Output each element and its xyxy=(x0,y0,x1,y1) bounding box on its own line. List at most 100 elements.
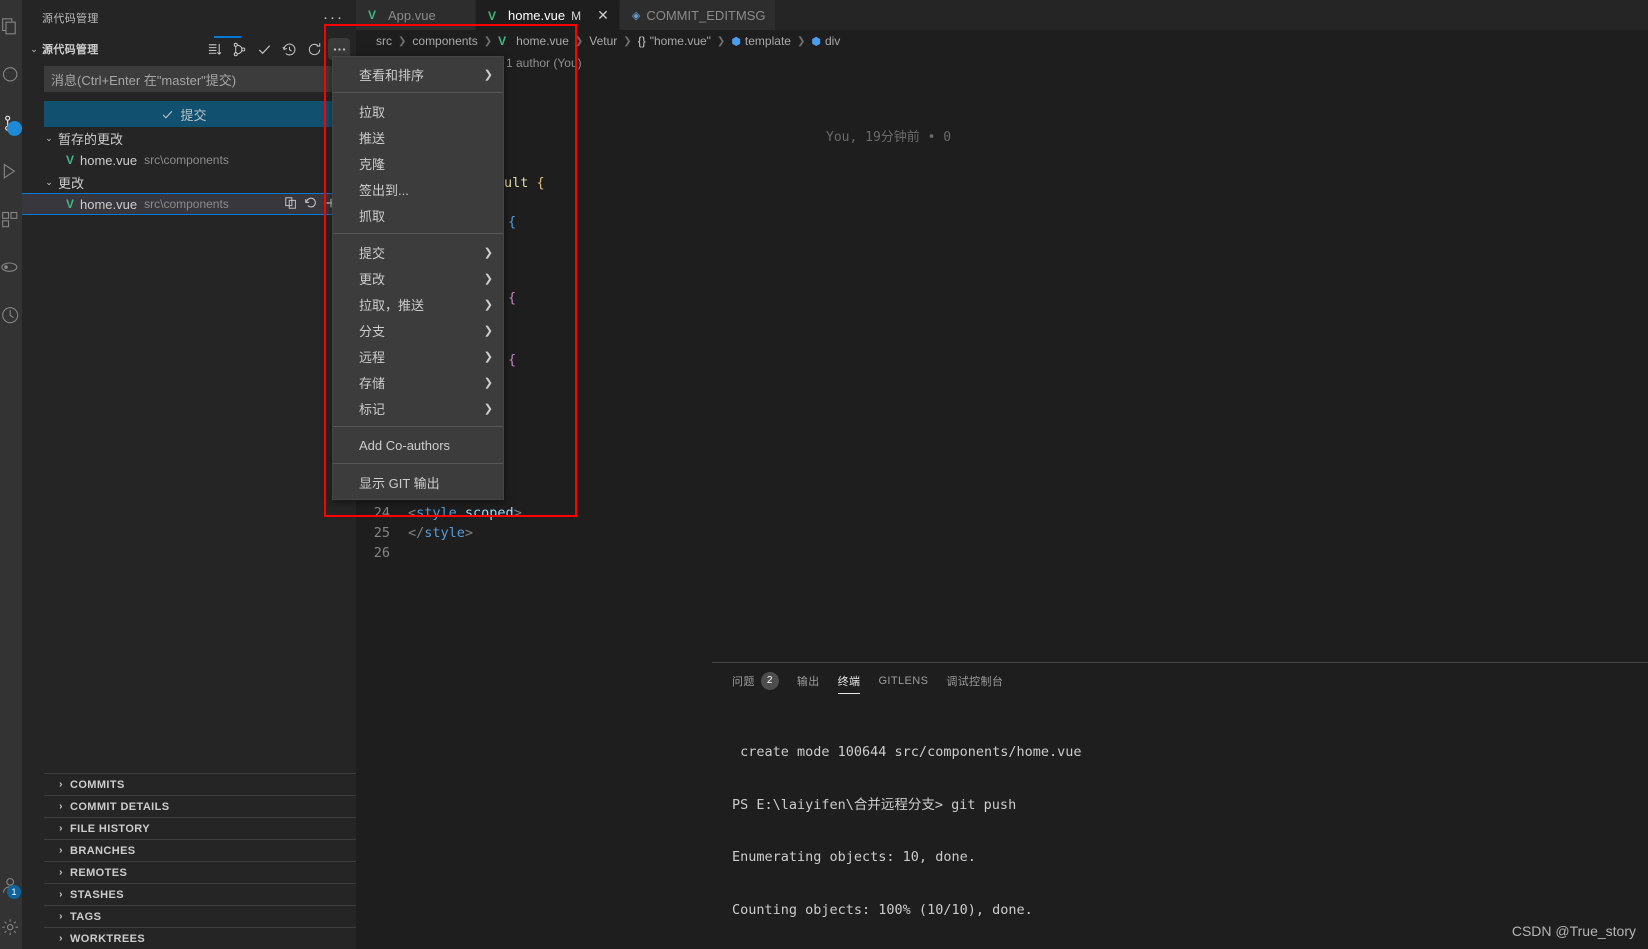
history-icon[interactable] xyxy=(278,38,300,60)
menu-item-commit[interactable]: 提交 ❯ xyxy=(333,239,503,265)
breadcrumb: src ❯ components ❯ V home.vue ❯ Vetur ❯ … xyxy=(356,30,1648,52)
tab-dirty-indicator: M xyxy=(571,8,582,23)
git-blame-annotation: You, 19分钟前 • 0 xyxy=(826,130,952,145)
extensions-icon[interactable] xyxy=(0,196,22,244)
chevron-down-icon: ⌄ xyxy=(45,176,53,187)
terminal-line: PS E:\laiyifen\合并远程分支> git push xyxy=(732,796,1017,813)
accounts-icon[interactable]: 1 xyxy=(0,865,22,907)
menu-item-pull[interactable]: 拉取 xyxy=(333,98,503,124)
chevron-right-icon: ❯ xyxy=(574,35,584,47)
tab-commit-editmsg[interactable]: ◈ COMMIT_EDITMSG xyxy=(619,0,777,30)
cube-icon: ⬢ xyxy=(811,35,821,48)
explorer-icon[interactable] xyxy=(0,4,22,52)
chevron-down-icon: ⌄ xyxy=(45,132,53,143)
breadcrumb-item-home-vue-symbol[interactable]: {} "home.vue" xyxy=(638,34,711,48)
breadcrumb-label: src xyxy=(376,34,392,48)
breadcrumb-item-div[interactable]: ⬢ div xyxy=(811,34,840,48)
terminal-line: Enumerating objects: 10, done. xyxy=(732,849,976,865)
menu-separator xyxy=(333,426,503,427)
code-editor[interactable]: 24 <style scoped> 25 </style> 26 xyxy=(356,503,1648,563)
scm-group-changes[interactable]: ⌄ 更改 xyxy=(22,171,356,193)
menu-item-stash[interactable]: 存储 ❯ xyxy=(333,369,503,395)
sidebar-title-bar: 源代码管理 ··· xyxy=(22,0,356,35)
vue-file-icon: V xyxy=(368,8,377,22)
breadcrumb-item-home-vue[interactable]: V home.vue xyxy=(498,34,569,48)
code-line: 24 <style scoped> xyxy=(356,503,1648,523)
menu-item-show-git-output[interactable]: 显示 GIT 输出 xyxy=(333,469,503,495)
gitlens-section-label: COMMITS xyxy=(70,778,125,791)
panel-tab-bar: 问题 2 输出 终端 GITLENS 调试控制台 xyxy=(712,663,1648,698)
open-file-icon[interactable] xyxy=(284,196,298,213)
gitlens-sections: › COMMITS › COMMIT DETAILS › FILE HISTOR… xyxy=(44,773,378,949)
menu-item-checkout-to[interactable]: 签出到... xyxy=(333,176,503,202)
breadcrumb-label: components xyxy=(412,34,478,48)
panel-tab-label: 问题 xyxy=(732,675,755,688)
menu-item-fetch[interactable]: 抓取 xyxy=(333,202,503,228)
scm-section-header[interactable]: ⌄ 源代码管理 xyxy=(22,35,356,63)
gitlens-authors-hint: 1 author (You) xyxy=(506,56,582,70)
gitlens-section-commits[interactable]: › COMMITS xyxy=(44,773,378,795)
menu-item-pull-push[interactable]: 拉取，推送 ❯ xyxy=(333,291,503,317)
breadcrumb-item-src[interactable]: src xyxy=(376,34,392,48)
menu-item-label: Add Co-authors xyxy=(359,437,451,453)
tab-app-vue[interactable]: V App.vue xyxy=(356,0,476,30)
breadcrumb-item-template[interactable]: ⬢ template xyxy=(731,34,791,48)
menu-item-label: 查看和排序 xyxy=(359,67,425,83)
menu-item-clone[interactable]: 克隆 xyxy=(333,150,503,176)
gitlens-section-worktrees[interactable]: › WORKTREES xyxy=(44,927,378,949)
view-and-sort-icon[interactable] xyxy=(203,38,225,60)
source-control-icon[interactable] xyxy=(0,100,22,148)
gitlens-section-tags[interactable]: › TAGS xyxy=(44,905,378,927)
scm-group-staged[interactable]: ⌄ 暂存的更改 xyxy=(22,127,356,149)
scm-row-filepath: src\components xyxy=(144,197,229,211)
scm-row-changed-home-vue[interactable]: V home.vue src\components xyxy=(22,193,356,215)
tab-debug-console[interactable]: 调试控制台 xyxy=(946,663,1003,698)
chevron-right-icon: ❯ xyxy=(483,68,493,81)
gitlens-section-remotes[interactable]: › REMOTES xyxy=(44,861,378,883)
menu-item-label: 拉取 xyxy=(359,104,386,120)
breadcrumb-item-vetur[interactable]: Vetur xyxy=(589,34,617,48)
chevron-right-icon: ❯ xyxy=(623,35,632,47)
sidebar-more-icon[interactable]: ··· xyxy=(323,9,348,26)
run-and-debug-icon[interactable] xyxy=(0,148,22,196)
problems-count-badge: 2 xyxy=(760,671,779,690)
tab-output[interactable]: 输出 xyxy=(797,663,820,698)
menu-item-changes[interactable]: 更改 ❯ xyxy=(333,265,503,291)
gitlens-section-file-history[interactable]: › FILE HISTORY xyxy=(44,817,378,839)
scm-row-staged-home-vue[interactable]: V home.vue src\components xyxy=(22,149,356,171)
git-graph-icon[interactable] xyxy=(228,38,250,60)
terminal-output[interactable]: create mode 100644 src/components/home.v… xyxy=(732,709,1648,949)
breadcrumb-label: div xyxy=(824,34,841,48)
tab-problems[interactable]: 问题 2 xyxy=(732,663,779,698)
discard-changes-icon[interactable] xyxy=(304,196,318,213)
gitlens-icon[interactable] xyxy=(0,292,22,340)
gitlens-section-commit-details[interactable]: › COMMIT DETAILS xyxy=(44,795,378,817)
search-icon[interactable] xyxy=(0,52,22,100)
gitlens-section-label: BRANCHES xyxy=(70,844,136,857)
commit-message-input[interactable]: 消息(Ctrl+Enter 在"master"提交) xyxy=(44,66,344,92)
menu-item-push[interactable]: 推送 xyxy=(333,124,503,150)
scm-row-filename: home.vue xyxy=(80,152,138,168)
tab-home-vue[interactable]: V home.vue M ✕ xyxy=(476,0,620,30)
chevron-right-icon: ❯ xyxy=(398,35,407,47)
tab-terminal[interactable]: 终端 xyxy=(837,663,861,698)
commit-button[interactable]: 提交 xyxy=(44,101,324,127)
gitlens-section-label: COMMIT DETAILS xyxy=(70,800,170,813)
menu-item-view-and-sort[interactable]: 查看和排序 ❯ xyxy=(333,61,503,87)
refresh-icon[interactable] xyxy=(303,38,325,60)
line-number: 25 xyxy=(373,525,390,541)
menu-item-tags[interactable]: 标记 ❯ xyxy=(333,395,503,421)
tab-gitlens[interactable]: GITLENS xyxy=(878,663,928,698)
menu-item-add-co-authors[interactable]: Add Co-authors xyxy=(333,432,503,458)
remote-explorer-icon[interactable] xyxy=(0,244,22,292)
menu-item-remote[interactable]: 远程 ❯ xyxy=(333,343,503,369)
menu-item-branch[interactable]: 分支 ❯ xyxy=(333,317,503,343)
scm-clock-badge xyxy=(7,121,22,136)
gitlens-section-branches[interactable]: › BRANCHES xyxy=(44,839,378,861)
close-icon[interactable]: ✕ xyxy=(597,7,609,24)
gitlens-section-stashes[interactable]: › STASHES xyxy=(44,883,378,905)
gear-icon[interactable] xyxy=(0,907,22,949)
commit-check-icon[interactable] xyxy=(253,38,275,60)
panel-tab-label: 调试控制台 xyxy=(946,675,1004,688)
breadcrumb-item-components[interactable]: components xyxy=(412,34,477,48)
